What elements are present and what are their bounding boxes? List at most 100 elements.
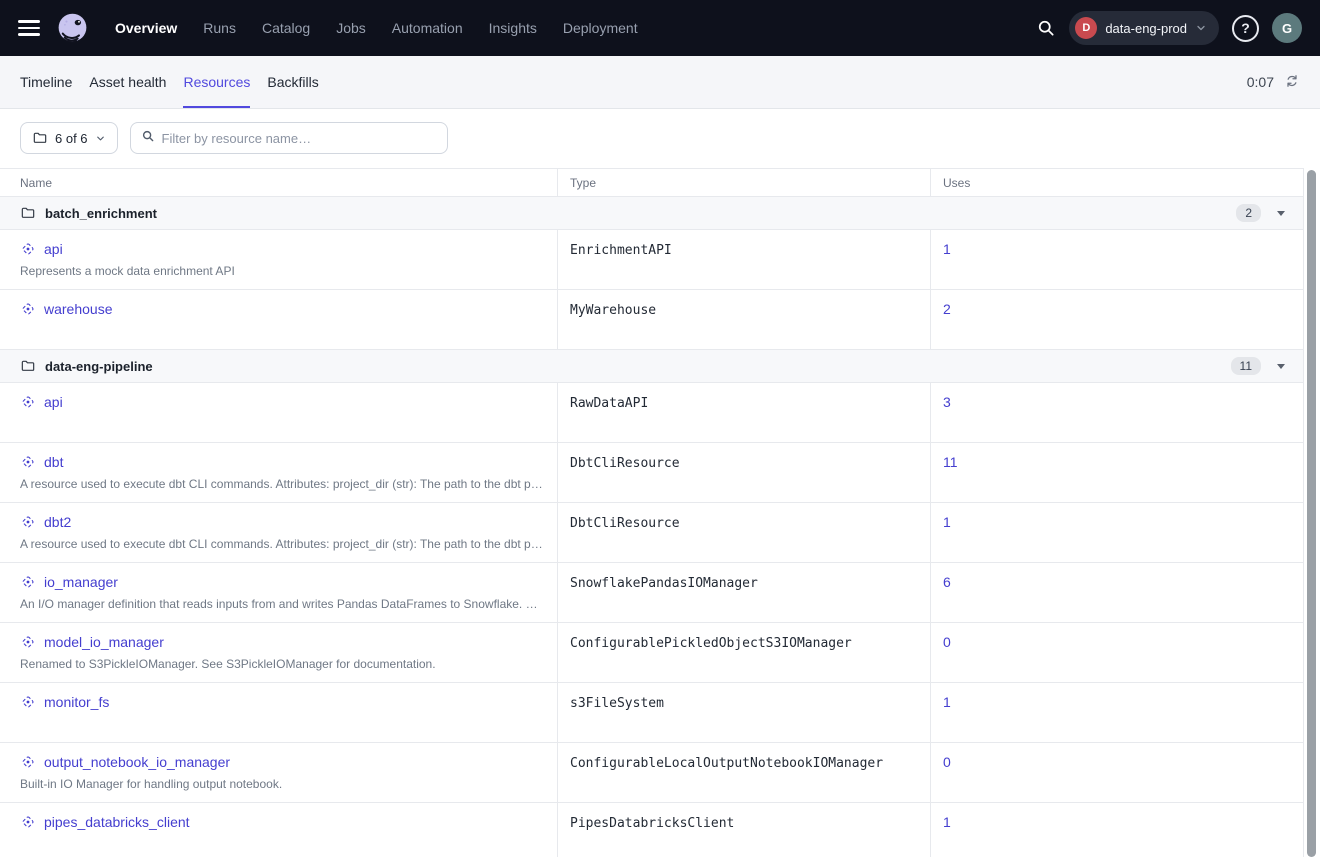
- resource-filter-box: [130, 122, 448, 154]
- name-cell: model_io_manager Renamed to S3PickleIOMa…: [0, 623, 557, 682]
- name-cell: api Represents a mock data enrichment AP…: [0, 230, 557, 289]
- resource-type: ConfigurablePickledObjectS3IOManager: [570, 636, 852, 651]
- uses-cell: 1: [930, 683, 1303, 742]
- resource-description: A resource used to execute dbt CLI comma…: [20, 477, 545, 491]
- refresh-icon[interactable]: [1284, 73, 1300, 92]
- tab-backfills[interactable]: Backfills: [267, 56, 318, 108]
- folder-icon: [32, 130, 48, 146]
- uses-count-link[interactable]: 0: [943, 754, 951, 770]
- refresh-countdown: 0:07: [1247, 74, 1274, 90]
- user-avatar[interactable]: G: [1272, 13, 1302, 43]
- resource-icon: [20, 241, 36, 257]
- resource-name-link[interactable]: monitor_fs: [44, 694, 109, 710]
- uses-count-link[interactable]: 2: [943, 301, 951, 317]
- resource-filter-input[interactable]: [162, 131, 437, 146]
- search-icon[interactable]: [1036, 18, 1056, 38]
- resource-name-link[interactable]: pipes_databricks_client: [44, 814, 190, 830]
- table-row: pipes_databricks_client PipesDatabricksC…: [0, 803, 1303, 857]
- nav-item-jobs[interactable]: Jobs: [336, 20, 366, 36]
- deployment-name: data-eng-prod: [1105, 21, 1187, 36]
- table-row: model_io_manager Renamed to S3PickleIOMa…: [0, 623, 1303, 683]
- group-count-badge: 11: [1231, 357, 1261, 375]
- uses-count-link[interactable]: 1: [943, 814, 951, 830]
- uses-cell: 0: [930, 623, 1303, 682]
- uses-count-link[interactable]: 1: [943, 514, 951, 530]
- resource-name-link[interactable]: dbt: [44, 454, 63, 470]
- resource-description: Renamed to S3PickleIOManager. See S3Pick…: [20, 657, 545, 671]
- resource-type: ConfigurableLocalOutputNotebookIOManager: [570, 756, 883, 771]
- resource-name-link[interactable]: dbt2: [44, 514, 71, 530]
- uses-count-link[interactable]: 11: [943, 454, 958, 470]
- group-row-data-eng-pipeline[interactable]: data-eng-pipeline 11: [0, 350, 1303, 383]
- uses-cell: 1: [930, 503, 1303, 562]
- help-icon[interactable]: ?: [1232, 15, 1259, 42]
- collapse-caret-icon[interactable]: [1277, 211, 1285, 216]
- nav-item-automation[interactable]: Automation: [392, 20, 463, 36]
- resource-icon: [20, 301, 36, 317]
- resource-icon: [20, 634, 36, 650]
- type-cell: SnowflakePandasIOManager: [557, 563, 930, 622]
- table-row: io_manager An I/O manager definition tha…: [0, 563, 1303, 623]
- uses-count-link[interactable]: 3: [943, 394, 951, 410]
- tabbar-right: 0:07: [1247, 56, 1300, 108]
- hamburger-menu-icon[interactable]: [18, 20, 40, 35]
- secondary-tabbar: Timeline Asset health Resources Backfills 0…: [0, 56, 1320, 109]
- deployment-initial-badge: D: [1075, 17, 1097, 39]
- resource-type: SnowflakePandasIOManager: [570, 576, 758, 591]
- resource-type: s3FileSystem: [570, 696, 664, 711]
- resource-name-link[interactable]: api: [44, 241, 63, 257]
- name-cell: warehouse: [0, 290, 557, 349]
- resource-name-link[interactable]: model_io_manager: [44, 634, 164, 650]
- resource-name-link[interactable]: api: [44, 394, 63, 410]
- resource-icon: [20, 454, 36, 470]
- nav-item-runs[interactable]: Runs: [203, 20, 236, 36]
- type-cell: ConfigurablePickledObjectS3IOManager: [557, 623, 930, 682]
- uses-count-link[interactable]: 0: [943, 634, 951, 650]
- type-cell: ConfigurableLocalOutputNotebookIOManager: [557, 743, 930, 802]
- group-count-badge: 2: [1236, 204, 1261, 222]
- name-cell: pipes_databricks_client: [0, 803, 557, 857]
- tab-asset-health[interactable]: Asset health: [89, 56, 166, 108]
- column-header-type: Type: [557, 169, 930, 196]
- tab-resources[interactable]: Resources: [183, 56, 250, 108]
- name-cell: output_notebook_io_manager Built-in IO M…: [0, 743, 557, 802]
- topnav-right: D data-eng-prod ? G: [1036, 11, 1302, 45]
- resource-description: A resource used to execute dbt CLI comma…: [20, 537, 545, 551]
- resource-name-link[interactable]: output_notebook_io_manager: [44, 754, 230, 770]
- nav-item-catalog[interactable]: Catalog: [262, 20, 310, 36]
- group-name: data-eng-pipeline: [45, 359, 153, 374]
- resource-name-link[interactable]: warehouse: [44, 301, 113, 317]
- resource-description: An I/O manager definition that reads inp…: [20, 597, 545, 611]
- group-row-batch_enrichment[interactable]: batch_enrichment 2: [0, 197, 1303, 230]
- column-header-name: Name: [0, 169, 557, 196]
- vertical-scrollbar[interactable]: [1307, 170, 1316, 857]
- count-label: 6 of 6: [55, 131, 88, 146]
- uses-count-link[interactable]: 1: [943, 241, 951, 257]
- uses-cell: 11: [930, 443, 1303, 502]
- group-row-right: 11: [1231, 357, 1293, 375]
- type-cell: RawDataAPI: [557, 383, 930, 442]
- resource-name-link[interactable]: io_manager: [44, 574, 118, 590]
- deployment-switcher[interactable]: D data-eng-prod: [1069, 11, 1219, 45]
- dagster-logo[interactable]: [54, 10, 91, 47]
- primary-nav: Overview Runs Catalog Jobs Automation Insight…: [115, 20, 638, 36]
- type-cell: DbtCliResource: [557, 443, 930, 502]
- chevron-down-icon: [95, 133, 106, 144]
- table-row: output_notebook_io_manager Built-in IO M…: [0, 743, 1303, 803]
- uses-count-link[interactable]: 6: [943, 574, 951, 590]
- code-location-filter-button[interactable]: 6 of 6: [20, 122, 118, 154]
- resource-icon: [20, 574, 36, 590]
- tab-timeline[interactable]: Timeline: [20, 56, 72, 108]
- type-cell: MyWarehouse: [557, 290, 930, 349]
- resource-description: Represents a mock data enrichment API: [20, 264, 545, 278]
- nav-item-deployment[interactable]: Deployment: [563, 20, 638, 36]
- resources-table: Name Type Uses batch_enrichment 2 api: [0, 168, 1304, 857]
- column-header-uses: Uses: [930, 169, 1303, 196]
- collapse-caret-icon[interactable]: [1277, 364, 1285, 369]
- name-cell: monitor_fs: [0, 683, 557, 742]
- resource-icon: [20, 514, 36, 530]
- nav-item-overview[interactable]: Overview: [115, 20, 177, 36]
- uses-count-link[interactable]: 1: [943, 694, 951, 710]
- resource-type: DbtCliResource: [570, 456, 680, 471]
- nav-item-insights[interactable]: Insights: [489, 20, 537, 36]
